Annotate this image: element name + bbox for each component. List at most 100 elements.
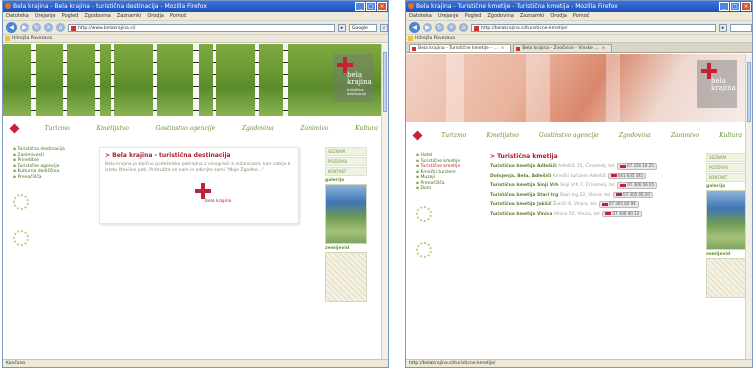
gallery-thumbnail[interactable] (325, 184, 367, 244)
search-input[interactable]: Google (349, 23, 377, 32)
nav-item[interactable]: Zanimivo (300, 125, 328, 132)
maximize-button[interactable]: □ (730, 2, 740, 11)
scrollbar-thumb[interactable] (383, 52, 387, 112)
menu-file[interactable]: Datoteka (409, 12, 432, 20)
menu-bookmarks[interactable]: Zaznamki (117, 12, 142, 20)
site-logo[interactable]: bela krajina turistična destinacija (333, 54, 373, 102)
phone-badge: 07 305 60 94 (599, 201, 639, 208)
close-button[interactable]: × (377, 2, 387, 11)
map-thumbnail[interactable] (325, 252, 367, 302)
back-button[interactable]: ◀ (409, 22, 420, 33)
firefox-icon (5, 3, 11, 9)
sidebar-link[interactable]: Prenočišča (13, 175, 81, 181)
gallery-label[interactable]: galerija (325, 178, 367, 183)
bookmark-item[interactable]: Hitrejša Povezava (415, 36, 455, 41)
tab-close-icon[interactable]: × (602, 46, 606, 51)
menu-file[interactable]: Datoteka (6, 12, 29, 20)
right-link[interactable]: KONTAKT (325, 167, 367, 176)
menu-help[interactable]: Pomoč (170, 12, 187, 20)
forward-button[interactable]: ▶ (423, 23, 432, 32)
stop-button[interactable]: × (447, 23, 456, 32)
status-bar: Končano (3, 359, 388, 367)
gallery-label[interactable]: galerija (706, 184, 748, 189)
menu-edit[interactable]: Urejanje (438, 12, 459, 20)
entry-name[interactable]: Turistična kmetija Sinji Vrh (490, 183, 559, 188)
card-text: Bela krajina je tipično podeželsko pokra… (105, 162, 291, 173)
right-link[interactable]: POZDRAV (706, 163, 748, 172)
entry-address: Kmečki turizem Adlešiči (552, 173, 607, 179)
menu-help[interactable]: Pomoč (573, 12, 590, 20)
nav-item[interactable]: Zgodovina (242, 125, 274, 132)
right-link[interactable]: POZDRAV (325, 157, 367, 166)
url-input[interactable]: http://belakrajina.si/turisticne-kmetije… (471, 23, 716, 32)
maximize-button[interactable]: □ (366, 2, 376, 11)
menu-history[interactable]: Zgodovina (84, 12, 110, 20)
menu-history[interactable]: Zgodovina (487, 12, 513, 20)
url-input[interactable]: http://www.belakrajina.si/ (68, 23, 335, 32)
menu-bar: Datoteka Urejanje Pogled Zgodovina Zazna… (3, 12, 388, 21)
entry-phone: 07 306 40 12 (612, 210, 640, 216)
bookmark-item[interactable]: Hitrejša Povezava (12, 36, 52, 41)
nav-item[interactable]: Zgodovina (619, 132, 651, 139)
entry-name[interactable]: Turistična kmetija Adlešiči (490, 164, 557, 169)
nav-item[interactable]: Kultura (719, 132, 742, 139)
right-link[interactable]: SEZNAM (325, 147, 367, 156)
navigation-toolbar: ◀ ▶ ↻ × ⌂ http://www.belakrajina.si/ ▸ G… (3, 21, 388, 35)
home-button[interactable]: ⌂ (459, 23, 468, 32)
nav-item[interactable]: Kmetijstvo (96, 125, 128, 132)
reload-button[interactable]: ↻ (32, 23, 41, 32)
tab-close-icon[interactable]: × (501, 46, 505, 51)
close-button[interactable]: × (741, 2, 751, 11)
menu-tools[interactable]: Orodja (147, 12, 164, 20)
entry-name[interactable]: Turistična kmetija Stari trg (490, 193, 558, 198)
scrollbar[interactable] (381, 44, 388, 359)
nav-item[interactable]: Gostinstvo agencije (539, 132, 599, 139)
entry-phone: 07 356 10 25 (627, 163, 654, 168)
menu-view[interactable]: Pogled (465, 12, 482, 20)
menu-view[interactable]: Pogled (62, 12, 79, 20)
right-link[interactable]: SEZNAM (706, 153, 748, 162)
tab-label: Bela krajina - Zvočnice - Vinske ... (522, 46, 599, 51)
search-icon[interactable]: ⌕ (380, 23, 388, 32)
scrollbar-thumb[interactable] (747, 62, 751, 122)
stop-button[interactable]: × (44, 23, 53, 32)
menu-edit[interactable]: Urejanje (35, 12, 56, 20)
logo-text: bela krajina (711, 77, 736, 92)
menu-tools[interactable]: Orodja (550, 12, 567, 20)
go-button[interactable]: ▸ (719, 23, 727, 32)
nav-item[interactable]: Turizmo (441, 132, 466, 139)
map-label[interactable]: zemljevid (325, 246, 367, 251)
map-label[interactable]: zemljevid (706, 252, 748, 257)
menu-bookmarks[interactable]: Zaznamki (520, 12, 545, 20)
minimize-button[interactable]: _ (719, 2, 729, 11)
scrollbar[interactable] (745, 54, 752, 359)
back-button[interactable]: ◀ (6, 22, 17, 33)
gallery-thumbnail[interactable] (706, 190, 748, 250)
sidebar-link[interactable]: Dom (416, 186, 476, 192)
nav-item[interactable]: Zanimivo (671, 132, 699, 139)
nav-item[interactable]: Gostinstvo agencije (156, 125, 216, 132)
entry-name[interactable]: Turistična kmetija Jakšič (490, 202, 552, 207)
firefox-icon (408, 3, 414, 9)
search-input[interactable] (730, 23, 752, 32)
phone-badge: 041 635 341 (607, 172, 647, 179)
map-thumbnail[interactable] (706, 258, 748, 298)
entry-name[interactable]: Dolnjenja, Bela, Adlešiči (490, 174, 551, 179)
site-logo[interactable]: bela krajina (697, 60, 737, 108)
nav-item[interactable]: Turizmo (45, 125, 70, 132)
minimize-button[interactable]: _ (355, 2, 365, 11)
entry-name[interactable]: Turistična kmetija Vinica (490, 212, 552, 217)
reload-button[interactable]: ↻ (435, 23, 444, 32)
nav-item[interactable]: Kmetijstvo (486, 132, 518, 139)
card-logo: bela krajina (105, 179, 293, 219)
nav-item[interactable]: Kultura (355, 125, 378, 132)
tab-inactive[interactable]: Bela krajina - Zvočnice - Vinske ... × (513, 44, 613, 52)
window-controls: _ □ × (355, 2, 387, 11)
home-button[interactable]: ⌂ (56, 23, 65, 32)
go-button[interactable]: ▸ (338, 23, 346, 32)
entry-address: Žuniči 6, Vinica, tel. (553, 202, 598, 207)
entry-phone: 07 305 60 94 (609, 201, 636, 206)
forward-button[interactable]: ▶ (20, 23, 29, 32)
right-link[interactable]: KONTAKT (706, 173, 748, 182)
tab-active[interactable]: Bela krajina - Turistične kmetije - ... × (409, 44, 512, 52)
